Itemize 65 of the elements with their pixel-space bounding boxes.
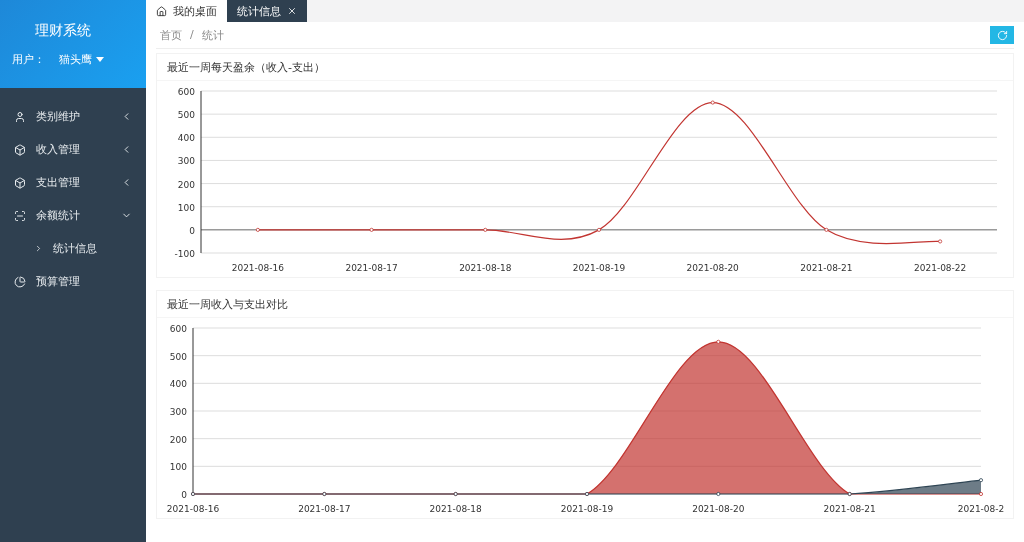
axis-label: 300 [177,156,195,167]
scan-icon [14,209,26,222]
breadcrumb-link[interactable]: 统计 [201,27,224,43]
data-point [597,227,601,232]
nav-item[interactable]: 支出管理 [0,166,146,199]
tab[interactable]: 统计信息 [227,0,307,22]
axis-label: 400 [169,379,187,390]
axis-label: 2021-08-21 [800,263,853,273]
tab[interactable]: 我的桌面 [146,0,227,22]
axis-label: 2021-08-17 [298,504,351,514]
axis-label: 2021-08-20 [692,504,745,514]
nav-item[interactable]: 类别维护 [0,100,146,133]
axis-label: 500 [177,110,195,121]
app-title: 理财系统 [35,21,91,40]
breadcrumb-separator: / [190,27,194,43]
close-icon[interactable] [287,6,297,16]
data-point [716,492,721,496]
user-icon [14,110,26,123]
nav-item[interactable]: 预算管理 [0,265,146,298]
pie-chart-icon [14,275,26,288]
panel-title: 最近一周每天盈余（收入-支出） [157,54,1013,81]
axis-label: 0 [181,490,187,500]
axis-label: 2021-08-2 [957,504,1005,514]
axis-label: 100 [169,462,187,473]
chevron-right-icon [34,244,43,253]
axis-label: 2021-08-18 [459,263,512,273]
data-point [255,227,260,232]
user-label: 用户： [12,51,45,67]
data-point [938,239,943,244]
axis-label: 2021-08-16 [231,263,284,273]
axis-label: 100 [177,202,195,213]
axis-label: 0 [189,225,195,236]
axis-label: 200 [177,179,195,190]
axis-label: 200 [169,434,187,445]
refresh-icon [996,29,1008,41]
data-point [483,227,488,232]
data-point [716,339,721,344]
data-point [710,100,715,105]
breadcrumb-link[interactable]: 首页 [160,27,182,43]
data-point [979,492,983,496]
axis-label: 2021-08-16 [166,504,220,514]
data-point [369,227,374,232]
cube-icon [14,143,26,156]
data-point [979,478,983,483]
axis-label: 2021-08-17 [345,263,398,273]
axis-label: 600 [177,87,195,97]
nav-subitem[interactable]: 统计信息 [0,232,146,265]
axis-label: 300 [169,407,187,417]
axis-label: 2021-08-19 [572,263,626,273]
axis-label: 500 [169,351,187,362]
axis-label: 2021-08-18 [429,504,482,514]
axis-label: 2021-08-22 [914,263,967,273]
axis-label: -100 [174,249,195,259]
panel-title: 最近一周收入与支出对比 [157,291,1013,318]
nav-item[interactable]: 余额统计 [0,199,146,232]
axis-label: 2021-08-20 [686,263,739,273]
caret-icon [96,56,104,62]
cube-icon [14,176,26,189]
axis-label: 400 [177,133,195,144]
axis-label: 2021-08-21 [823,504,876,514]
axis-label: 600 [169,324,187,334]
nav-item[interactable]: 收入管理 [0,133,146,166]
data-point [824,227,829,232]
home-icon [156,5,167,17]
axis-label: 2021-08-19 [560,504,614,514]
